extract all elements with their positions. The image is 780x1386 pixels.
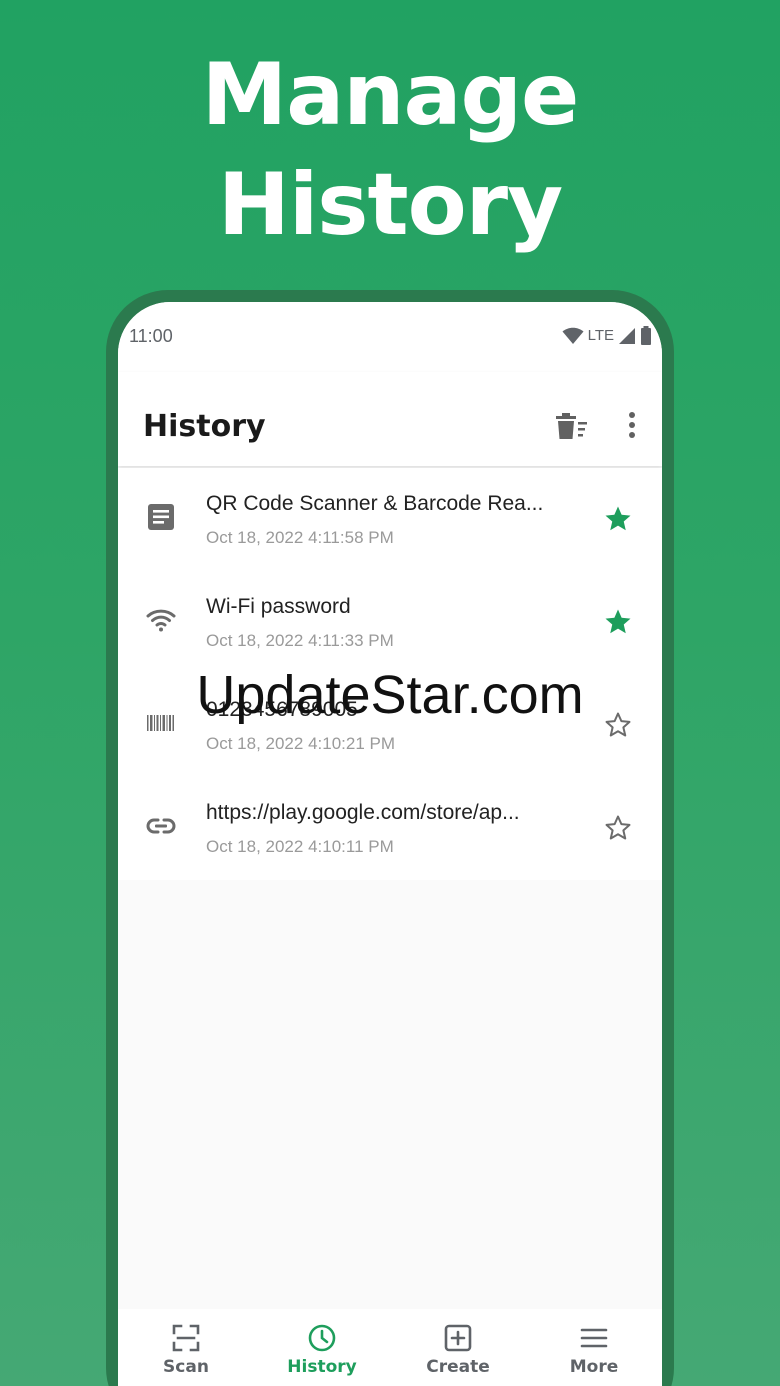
headline-manage: Manage bbox=[201, 45, 580, 145]
scan-frame-icon bbox=[172, 1324, 200, 1352]
wifi-icon bbox=[562, 327, 584, 344]
battery-icon bbox=[641, 326, 651, 345]
history-list: QR Code Scanner & Barcode Rea... Oct 18,… bbox=[118, 468, 662, 880]
star-filled-icon[interactable] bbox=[603, 607, 633, 637]
text-document-icon bbox=[148, 504, 174, 530]
history-item-title: QR Code Scanner & Barcode Rea... bbox=[206, 492, 544, 515]
history-item-date: Oct 18, 2022 4:11:33 PM bbox=[206, 631, 394, 650]
nav-scan-label: Scan bbox=[163, 1357, 209, 1377]
status-bar: 11:00 LTE bbox=[118, 302, 662, 372]
history-item[interactable]: https://play.google.com/store/ap... Oct … bbox=[118, 777, 662, 880]
network-type: LTE bbox=[587, 327, 614, 344]
status-time: 11:00 bbox=[129, 326, 173, 346]
history-item[interactable]: 0123456789005 Oct 18, 2022 4:10:21 PM bbox=[118, 674, 662, 777]
barcode-icon bbox=[147, 715, 174, 731]
star-outline-icon[interactable] bbox=[603, 710, 633, 740]
star-filled-icon[interactable] bbox=[603, 504, 633, 534]
nav-scan[interactable]: Scan bbox=[118, 1309, 254, 1386]
more-vert-icon bbox=[629, 412, 635, 438]
history-item-date: Oct 18, 2022 4:11:58 PM bbox=[206, 528, 394, 547]
star-outline-icon[interactable] bbox=[603, 813, 633, 843]
history-item-title: Wi-Fi password bbox=[206, 595, 351, 618]
link-icon bbox=[146, 818, 176, 834]
nav-create[interactable]: Create bbox=[390, 1309, 526, 1386]
signal-icon bbox=[619, 327, 635, 344]
history-item[interactable]: QR Code Scanner & Barcode Rea... Oct 18,… bbox=[118, 468, 662, 571]
history-item-title: https://play.google.com/store/ap... bbox=[206, 801, 520, 824]
page-title: History bbox=[143, 409, 266, 444]
menu-icon bbox=[580, 1328, 608, 1348]
history-item[interactable]: Wi-Fi password Oct 18, 2022 4:11:33 PM bbox=[118, 571, 662, 674]
nav-create-label: Create bbox=[426, 1357, 490, 1377]
phone-screen: 11:00 LTE History QR Code Scanner & Barc… bbox=[118, 302, 662, 1386]
clock-icon bbox=[308, 1324, 336, 1352]
overflow-menu-button[interactable] bbox=[618, 410, 646, 442]
headline-history: History bbox=[217, 155, 563, 255]
history-item-date: Oct 18, 2022 4:10:21 PM bbox=[206, 734, 396, 753]
status-icons: LTE bbox=[562, 326, 652, 345]
delete-sort-icon bbox=[556, 413, 587, 439]
wifi-icon bbox=[146, 609, 176, 632]
delete-history-button[interactable] bbox=[556, 412, 588, 442]
nav-more-label: More bbox=[569, 1357, 619, 1377]
history-item-title: 0123456789005 bbox=[206, 698, 358, 721]
history-item-date: Oct 18, 2022 4:10:11 PM bbox=[206, 837, 394, 856]
nav-history-label: History bbox=[287, 1357, 357, 1377]
nav-history[interactable]: History bbox=[254, 1309, 390, 1386]
add-box-icon bbox=[444, 1324, 472, 1352]
bottom-navigation: Scan History Create More bbox=[118, 1309, 662, 1386]
app-bar: History bbox=[118, 372, 662, 466]
nav-more[interactable]: More bbox=[526, 1309, 662, 1386]
